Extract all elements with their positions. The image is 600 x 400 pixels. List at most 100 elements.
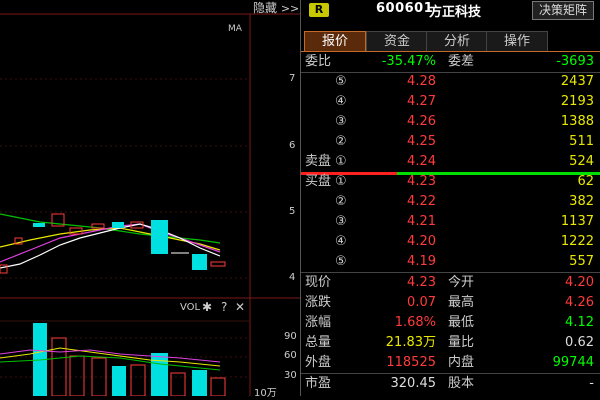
volume-bar — [130, 364, 146, 397]
volume-bar — [91, 357, 107, 397]
ask-label: 卖盘 — [305, 154, 332, 169]
vol-y-label: 60 — [284, 350, 297, 361]
candle — [151, 220, 168, 254]
ma-line-white — [0, 223, 221, 269]
vol-y-label: 30 — [284, 370, 297, 381]
stock-name: 方正科技 — [429, 5, 482, 20]
bid-index: ① — [335, 174, 347, 189]
ask-row[interactable]: ④ 4.27 2193 — [301, 92, 600, 112]
bid-price: 4.19 — [407, 254, 436, 269]
ask-price: 4.25 — [407, 134, 436, 149]
capital-value: - — [589, 376, 594, 391]
ask-volume: 2193 — [560, 94, 594, 109]
volume-ratio-value: 0.62 — [565, 335, 594, 350]
quote-panel: R 600601 方正科技 决策矩阵 报价 资金 分析 操作 委比 -35.47… — [301, 0, 600, 396]
decision-matrix-button[interactable]: 决策矩阵 — [532, 1, 594, 20]
pe-value: 320.45 — [390, 376, 437, 391]
ask-volume: 1388 — [560, 114, 594, 129]
candle — [33, 223, 45, 227]
y-axis-label: 7 — [289, 73, 296, 84]
volume-ratio-label: 量比 — [448, 335, 475, 350]
volume-bar — [210, 377, 226, 397]
inner-value: 99744 — [552, 355, 594, 370]
current-price-value: 4.23 — [407, 275, 436, 290]
high-label: 最高 — [448, 295, 475, 310]
current-price-label: 现价 — [305, 275, 332, 290]
bid-label: 买盘 — [305, 174, 332, 189]
volume-bar — [192, 370, 207, 396]
y-axis-label: 6 — [289, 140, 296, 151]
low-value: 4.12 — [565, 315, 594, 330]
hide-toggle[interactable]: 隐藏 >> — [253, 0, 300, 16]
bid-row[interactable]: 买盘 ① 4.23 62 — [301, 172, 600, 192]
ratio-value: -35.47% — [381, 54, 436, 69]
bid-price: 4.22 — [407, 194, 436, 209]
ask-row[interactable]: ② 4.25 511 — [301, 132, 600, 152]
r-badge: R — [309, 3, 329, 17]
ask-index: ③ — [335, 114, 347, 129]
tab-quote[interactable]: 报价 — [304, 31, 366, 51]
bid-volume: 62 — [577, 174, 594, 189]
open-value: 4.20 — [565, 275, 594, 290]
ask-index: ⑤ — [335, 74, 347, 89]
help-icon[interactable]: ? — [221, 300, 227, 314]
inner-label: 内盘 — [448, 355, 475, 370]
hide-label: 隐藏 — [253, 1, 278, 15]
vol-unit-label: 10万 — [254, 388, 277, 399]
y-axis-label: 4 — [289, 272, 296, 283]
ask-price: 4.28 — [407, 74, 436, 89]
ask-row[interactable]: 卖盘 ① 4.24 524 — [301, 152, 600, 172]
volume-bar — [69, 355, 85, 397]
vol-y-label: 90 — [284, 331, 297, 342]
ask-index: ① — [335, 154, 347, 169]
bid-price: 4.21 — [407, 214, 436, 229]
volume-label: 总量 — [305, 335, 332, 350]
diff-label: 委差 — [448, 54, 475, 69]
bid-price: 4.23 — [407, 174, 436, 189]
tab-bar: 报价 资金 分析 操作 — [301, 31, 600, 51]
stock-code: 600601 — [376, 1, 434, 16]
double-chevron-right-icon: >> — [280, 2, 300, 15]
kline-chart[interactable] — [0, 0, 300, 397]
volume-bar — [112, 366, 126, 396]
bid-row[interactable]: ② 4.22 382 — [301, 192, 600, 212]
change-value: 0.07 — [407, 295, 436, 310]
ask-row[interactable]: ③ 4.26 1388 — [301, 112, 600, 132]
open-label: 今开 — [448, 275, 475, 290]
volume-value: 21.83万 — [385, 335, 436, 350]
tab-funds[interactable]: 资金 — [366, 31, 428, 51]
ask-volume: 524 — [569, 154, 594, 169]
close-icon[interactable]: ✕ — [235, 300, 245, 314]
ask-index: ② — [335, 134, 347, 149]
pe-label: 市盈 — [305, 376, 332, 391]
ask-index: ④ — [335, 94, 347, 109]
ask-price: 4.26 — [407, 114, 436, 129]
volume-bar — [51, 337, 67, 397]
outer-value: 118525 — [386, 355, 436, 370]
tab-operation[interactable]: 操作 — [486, 31, 548, 51]
bid-volume: 557 — [569, 254, 594, 269]
bid-index: ⑤ — [335, 254, 347, 269]
outer-label: 外盘 — [305, 355, 332, 370]
bid-row[interactable]: ⑤ 4.19 557 — [301, 252, 600, 272]
ask-price: 4.24 — [407, 154, 436, 169]
ask-price: 4.27 — [407, 94, 436, 109]
candle — [112, 222, 124, 228]
capital-label: 股本 — [448, 376, 475, 391]
gear-icon[interactable]: ✱ — [202, 300, 212, 314]
y-axis-label: 5 — [289, 206, 296, 217]
bid-volume: 382 — [569, 194, 594, 209]
volume-bar — [151, 353, 168, 396]
low-label: 最低 — [448, 315, 475, 330]
bid-volume: 1222 — [560, 234, 594, 249]
kline-chart-panel[interactable]: 隐藏 >> MA 7 6 5 4 VOL ✱ ? ✕ 90 60 30 10万 — [0, 0, 300, 399]
tab-analysis[interactable]: 分析 — [426, 31, 488, 51]
ask-volume: 511 — [569, 134, 594, 149]
ask-row[interactable]: ⑤ 4.28 2437 — [301, 72, 600, 92]
bid-row[interactable]: ③ 4.21 1137 — [301, 212, 600, 232]
bid-row[interactable]: ④ 4.20 1222 — [301, 232, 600, 252]
candle — [210, 261, 226, 267]
pct-label: 涨幅 — [305, 315, 332, 330]
bid-index: ④ — [335, 234, 347, 249]
pct-value: 1.68% — [394, 315, 436, 330]
